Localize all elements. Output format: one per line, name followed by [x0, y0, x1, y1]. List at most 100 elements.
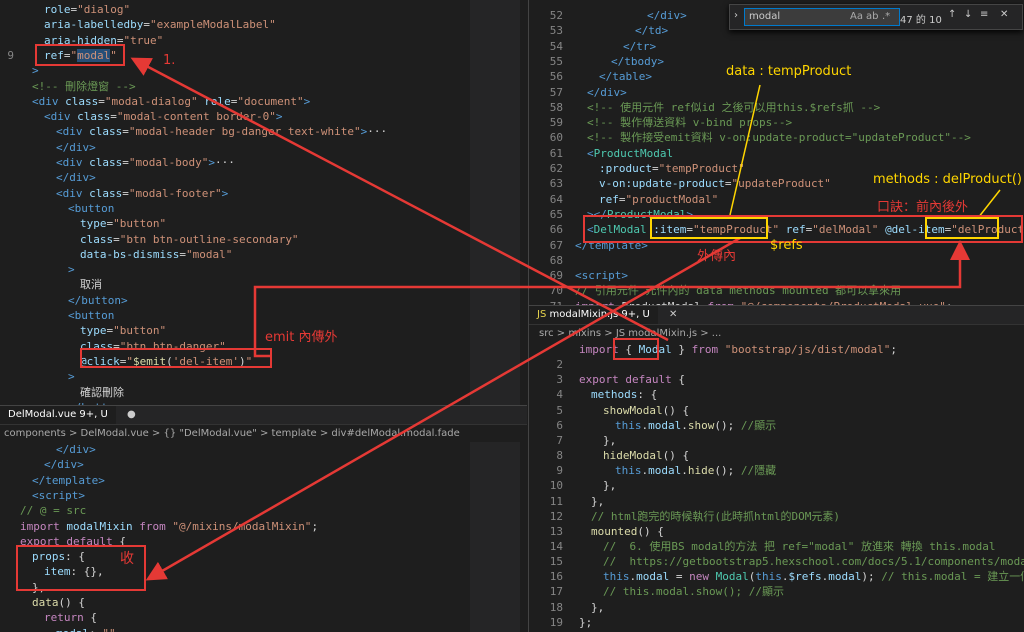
code-line[interactable]: aria-labelledby="exampleModalLabel" — [0, 17, 470, 32]
close-icon[interactable]: ● — [119, 406, 144, 424]
code-text: </div> — [647, 9, 687, 22]
code-text: this.modal = new Modal(this.$refs.modal)… — [603, 570, 1024, 584]
code-line[interactable]: 6 this.modal.show(); //顯示 — [529, 418, 999, 433]
code-text: <!-- 製作傳送資料 v-bind props--> — [587, 116, 793, 130]
code-line[interactable]: </div> — [0, 442, 470, 457]
line-number: 19 — [549, 615, 563, 629]
code-line[interactable]: > — [0, 262, 470, 277]
code-line[interactable]: // @ = src — [0, 503, 470, 518]
line-number: 65 — [549, 207, 563, 221]
line-number: 7 — [556, 433, 563, 447]
code-line[interactable]: 11}, — [529, 494, 999, 509]
code-text: export default { — [579, 373, 685, 387]
close-icon[interactable]: ✕ — [1000, 9, 1008, 20]
code-line[interactable]: 58 <!-- 使用元件 ref似id 之後可以用this.$refs抓 --> — [529, 100, 999, 115]
code-line[interactable]: </template> — [0, 473, 470, 488]
selection-icon[interactable]: ≡ — [980, 9, 988, 20]
code-line[interactable]: 7}, — [529, 433, 999, 448]
code-line[interactable]: </div> — [0, 140, 470, 155]
match-case-icon[interactable]: Aa — [850, 11, 863, 22]
code-line[interactable]: 8 hideModal() { — [529, 448, 999, 463]
code-line[interactable]: <button — [0, 308, 470, 323]
tab-modalmixin[interactable]: JS modalMixin.js 9+, U — [529, 306, 658, 324]
code-line[interactable]: 9 this.modal.hide(); //隱藏 — [529, 463, 999, 478]
code-line[interactable]: return { — [0, 610, 470, 625]
code-line[interactable]: 確認刪除 — [0, 385, 470, 400]
code-line[interactable]: 12 // html跑完的時候執行(此時抓html的DOM元素) — [529, 509, 999, 524]
code-line[interactable]: <script> — [0, 488, 470, 503]
annot-methods: methods : delProduct() — [873, 172, 1022, 187]
line-number: 8 — [556, 449, 563, 463]
code-line[interactable]: import modalMixin from "@/mixins/modalMi… — [0, 519, 470, 534]
code-line[interactable]: data() { — [0, 595, 470, 610]
code-line[interactable]: <div class="modal-header bg-danger text-… — [0, 124, 470, 139]
code-line[interactable]: <!-- 刪除燈窗 --> — [0, 79, 470, 94]
code-line[interactable]: modal: "", — [0, 626, 470, 632]
code-line[interactable]: 18}, — [529, 600, 999, 615]
code-line[interactable]: role="dialog" — [0, 2, 470, 17]
code-line[interactable]: 70 // 引用元件 元件內的 data methods mounted 都可以拿… — [529, 283, 999, 298]
code-text: </div> — [587, 85, 627, 99]
code-line[interactable]: class="btn btn-outline-secondary" — [0, 232, 470, 247]
code-line[interactable]: 3 export default { — [529, 372, 999, 387]
code-text: </td> — [635, 24, 669, 38]
regex-icon[interactable]: .* — [882, 11, 890, 22]
chevron-right-icon[interactable]: › — [734, 10, 738, 21]
code-line[interactable]: <div class="modal-body">··· — [0, 155, 470, 170]
code-text: data() { — [32, 596, 85, 609]
code-line[interactable]: <div class="modal-content border-0"> — [0, 109, 470, 124]
code-line[interactable]: </div> — [0, 457, 470, 472]
line-number: 57 — [549, 85, 563, 99]
code-line[interactable]: 14 // 6. 使用BS modal的方法 把 ref="modal" 放進來 … — [529, 539, 999, 554]
code-line[interactable]: 2 — [529, 357, 999, 372]
code-line[interactable]: 16 this.modal = new Modal(this.$refs.moda… — [529, 569, 1024, 584]
code-line[interactable]: <div class="modal-dialog" role="document… — [0, 94, 470, 109]
whole-word-icon[interactable]: ab — [866, 11, 878, 22]
minimap[interactable] — [470, 0, 520, 405]
code-line[interactable]: 10}, — [529, 478, 999, 493]
line-number: 59 — [549, 116, 563, 130]
code-text: 確認刪除 — [80, 385, 124, 399]
code-line[interactable]: 57 </div> — [529, 85, 999, 100]
code-line[interactable]: data-bs-dismiss="modal" — [0, 247, 470, 262]
code-line[interactable]: <div class="modal-footer"> — [0, 186, 470, 201]
code-line[interactable]: </div> — [0, 170, 470, 185]
code-line[interactable]: 17 // this.modal.show(); //顯示 — [529, 584, 999, 599]
code-line[interactable]: 19}; — [529, 615, 999, 630]
line-number: 66 — [549, 223, 563, 237]
editor-top-right[interactable]: 52 </div> 53 </td> 54 </tr> 55 </tbody> 56 </tabl… — [528, 0, 1024, 305]
arrow-up-icon[interactable]: ↑ — [948, 9, 956, 20]
code-line[interactable]: 取消 — [0, 277, 470, 292]
code-line[interactable]: import { Modal } from "bootstrap/js/dist… — [529, 342, 999, 357]
close-icon[interactable]: ✕ — [661, 306, 685, 324]
arrow-down-icon[interactable]: ↓ — [964, 9, 972, 20]
code-line[interactable]: 68 — [529, 253, 999, 268]
editor-bottom-right[interactable]: JS modalMixin.js 9+, U ✕ src > mixins > … — [528, 305, 1024, 632]
code-line[interactable]: > — [0, 369, 470, 384]
code-text: return { — [44, 611, 97, 625]
line-number: 58 — [549, 100, 563, 114]
editor-bottom-left[interactable]: DelModal.vue 9+, U ● components > DelMod… — [0, 405, 527, 632]
code-line[interactable]: 69 <script> — [529, 268, 999, 283]
code-line[interactable]: 5 showModal() { — [529, 403, 999, 418]
find-widget[interactable]: › modal Aa ab .* 47 的 10 ↑ ↓ ≡ ✕ — [729, 4, 1023, 30]
code-line[interactable]: </button> — [0, 293, 470, 308]
code-line[interactable]: 61 <ProductModal — [529, 146, 999, 161]
code-line[interactable]: 4 methods: { — [529, 387, 999, 402]
code-text: showModal() { — [603, 403, 690, 417]
box-ref-modal — [35, 44, 125, 66]
line-number: 10 — [549, 479, 563, 493]
code-line[interactable]: 54 </tr> — [529, 39, 999, 54]
tab-delmodal[interactable]: DelModal.vue 9+, U — [0, 406, 116, 424]
annot-step1: 1. — [163, 53, 176, 68]
minimap[interactable] — [470, 442, 520, 632]
code-line[interactable]: <button — [0, 201, 470, 216]
code-line[interactable]: 60 <!-- 製作接受emit資料 v-on:update-product="u… — [529, 130, 999, 145]
line-number: 69 — [549, 269, 563, 283]
box-modal-import — [613, 338, 659, 360]
code-line[interactable]: type="button" — [0, 323, 470, 338]
code-line[interactable]: 59 <!-- 製作傳送資料 v-bind props--> — [529, 115, 999, 130]
code-line[interactable]: type="button" — [0, 216, 470, 231]
code-line[interactable]: 15 // https://getbootstrap5.hexschool.com… — [529, 554, 1024, 569]
code-line[interactable]: 13 mounted() { — [529, 524, 999, 539]
